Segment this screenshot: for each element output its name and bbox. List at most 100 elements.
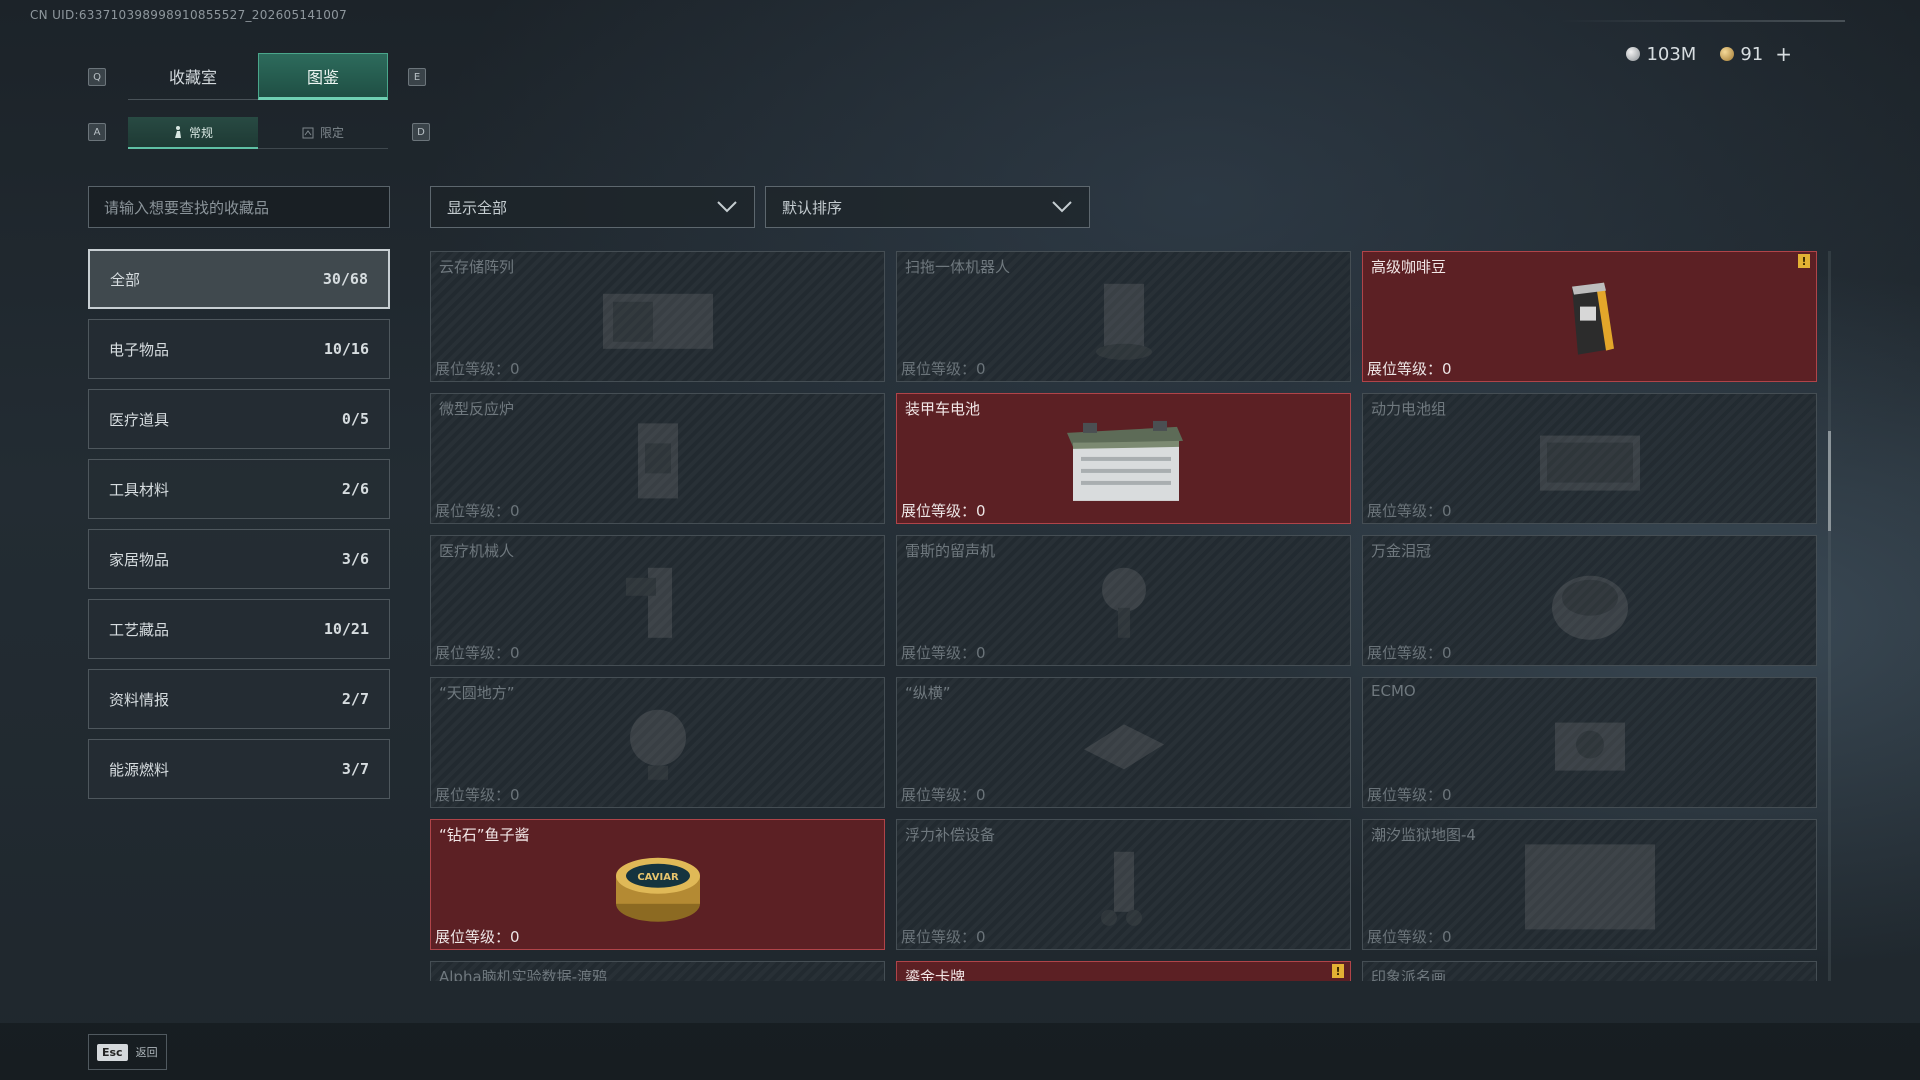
category-label: 工艺藏品 — [109, 620, 170, 639]
item-name: 鎏金卡牌 — [905, 968, 966, 981]
item-name: 浮力补偿设备 — [905, 826, 996, 844]
collection-card[interactable]: “钻石”鱼子酱 CAVIAR 展位等级：0 — [430, 819, 885, 950]
subtab-regular[interactable]: 常规 — [128, 117, 258, 149]
item-name: 潮汐监狱地图-4 — [1371, 826, 1476, 844]
category-label: 工具材料 — [109, 480, 170, 499]
figure-icon — [174, 126, 181, 138]
item-name: 高级咖啡豆 — [1371, 258, 1447, 276]
item-name: “钻石”鱼子酱 — [439, 826, 530, 844]
category-count: 3/7 — [341, 760, 369, 778]
scrollbar-thumb[interactable] — [1828, 431, 1831, 531]
item-name: 雷斯的留声机 — [905, 542, 996, 560]
key-hint-a[interactable]: A — [88, 123, 106, 141]
collection-grid: 云存储阵列 展位等级：0 扫拖一体机器人 展位等级：0 高级咖啡豆 ! 展位等级… — [430, 251, 1820, 981]
alert-icon: ! — [1798, 254, 1810, 268]
item-level: 展位等级：0 — [1367, 644, 1452, 662]
item-name: 印象派名画 — [1371, 968, 1447, 981]
item-level: 展位等级：0 — [901, 360, 986, 378]
subtab-limited-label: 限定 — [319, 126, 344, 140]
collection-card[interactable]: ECMO 展位等级：0 — [1362, 677, 1817, 808]
bcd-icon — [1100, 851, 1142, 926]
map-icon — [1524, 843, 1655, 929]
silver-currency: 103M — [1626, 44, 1696, 65]
coffee-bag-icon — [1571, 282, 1614, 355]
filter-value: 显示全部 — [447, 198, 508, 217]
chessboard-icon — [1083, 723, 1164, 769]
tab-catalog[interactable]: 图鉴 — [258, 53, 388, 100]
item-name: “天圆地方” — [439, 684, 515, 702]
gold-currency: 91 + — [1720, 42, 1792, 66]
ecmo-icon — [1554, 722, 1625, 771]
collection-card[interactable]: Alpha脑机实验数据-渡鸦 — [430, 961, 885, 981]
category-household[interactable]: 家居物品 3/6 — [88, 529, 390, 589]
search-input[interactable]: 请输入想要查找的收藏品 — [88, 186, 390, 228]
category-energy[interactable]: 能源燃料 3/7 — [88, 739, 390, 799]
key-hint-d[interactable]: D — [412, 123, 430, 141]
tab-collection-room[interactable]: 收藏室 — [128, 53, 258, 100]
filter-dropdown[interactable]: 显示全部 — [430, 186, 755, 228]
item-name: 万金泪冠 — [1371, 542, 1432, 560]
collection-card[interactable]: 装甲车电池 展位等级：0 — [896, 393, 1351, 524]
alert-icon: ! — [1332, 964, 1344, 978]
uid-text: CN UID:633710398998910855527_20260514100… — [30, 8, 348, 22]
subtab-limited[interactable]: 限定 — [258, 117, 388, 149]
collection-card[interactable]: “天圆地方” 展位等级：0 — [430, 677, 885, 808]
collection-card[interactable]: 动力电池组 展位等级：0 — [1362, 393, 1817, 524]
key-hint-e[interactable]: E — [408, 68, 426, 86]
collection-card[interactable]: 浮力补偿设备 展位等级：0 — [896, 819, 1351, 950]
caviar-label: CAVIAR — [637, 871, 679, 882]
item-name: 动力电池组 — [1371, 400, 1447, 418]
category-medical[interactable]: 医疗道具 0/5 — [88, 389, 390, 449]
reactor-icon — [637, 422, 678, 498]
sort-value: 默认排序 — [782, 198, 843, 217]
collection-card[interactable]: 鎏金卡牌 ! — [896, 961, 1351, 981]
sub-tabs: 常规 限定 — [128, 117, 388, 149]
category-count: 3/6 — [341, 550, 369, 568]
crown-icon — [1551, 575, 1628, 640]
category-all[interactable]: 全部 30/68 — [88, 249, 390, 309]
key-hint-q[interactable]: Q — [88, 68, 106, 86]
chevron-down-icon — [1052, 201, 1072, 213]
collection-card[interactable]: “纵横” 展位等级：0 — [896, 677, 1351, 808]
collection-card[interactable]: 云存储阵列 展位等级：0 — [430, 251, 885, 382]
grid-scrollbar[interactable] — [1828, 251, 1831, 981]
item-level: 展位等级：0 — [435, 928, 520, 946]
item-level: 展位等级：0 — [1367, 786, 1452, 804]
item-level: 展位等级：0 — [435, 502, 520, 520]
top-divider — [1560, 20, 1845, 22]
sort-dropdown[interactable]: 默认排序 — [765, 186, 1090, 228]
limited-icon — [302, 127, 314, 138]
category-count: 2/7 — [341, 690, 369, 708]
subtab-regular-label: 常规 — [188, 125, 213, 140]
back-button[interactable]: Esc 返回 — [88, 1034, 167, 1070]
collection-card[interactable]: 潮汐监狱地图-4 展位等级：0 — [1362, 819, 1817, 950]
gramophone-icon — [1101, 567, 1146, 638]
category-crafts[interactable]: 工艺藏品 10/21 — [88, 599, 390, 659]
category-count: 0/5 — [341, 410, 369, 428]
category-count: 10/16 — [323, 340, 369, 358]
item-level: 展位等级：0 — [901, 786, 986, 804]
bottom-bar — [0, 1023, 1920, 1080]
back-label: 返回 — [135, 1046, 158, 1059]
collection-card[interactable]: 高级咖啡豆 ! 展位等级：0 — [1362, 251, 1817, 382]
item-level: 展位等级：0 — [901, 928, 986, 946]
collection-card[interactable]: 印象派名画 — [1362, 961, 1817, 981]
caviar-tin-icon: CAVIAR — [615, 857, 700, 922]
collection-card[interactable]: 万金泪冠 展位等级：0 — [1362, 535, 1817, 666]
item-level: 展位等级：0 — [1367, 502, 1452, 520]
item-level: 展位等级：0 — [435, 644, 520, 662]
item-level: 展位等级：0 — [901, 502, 986, 520]
collection-card[interactable]: 雷斯的留声机 展位等级：0 — [896, 535, 1351, 666]
category-tools[interactable]: 工具材料 2/6 — [88, 459, 390, 519]
category-label: 能源燃料 — [109, 760, 170, 779]
category-electronics[interactable]: 电子物品 10/16 — [88, 319, 390, 379]
category-intel[interactable]: 资料情报 2/7 — [88, 669, 390, 729]
item-name: 扫拖一体机器人 — [905, 258, 1011, 276]
collection-card[interactable]: 医疗机械人 展位等级：0 — [430, 535, 885, 666]
collection-card[interactable]: 扫拖一体机器人 展位等级：0 — [896, 251, 1351, 382]
esc-key: Esc — [97, 1043, 128, 1061]
collection-card[interactable]: 微型反应炉 展位等级：0 — [430, 393, 885, 524]
globe-icon — [629, 709, 686, 780]
add-currency-button[interactable]: + — [1775, 42, 1792, 66]
gold-amount: 91 — [1740, 43, 1764, 65]
